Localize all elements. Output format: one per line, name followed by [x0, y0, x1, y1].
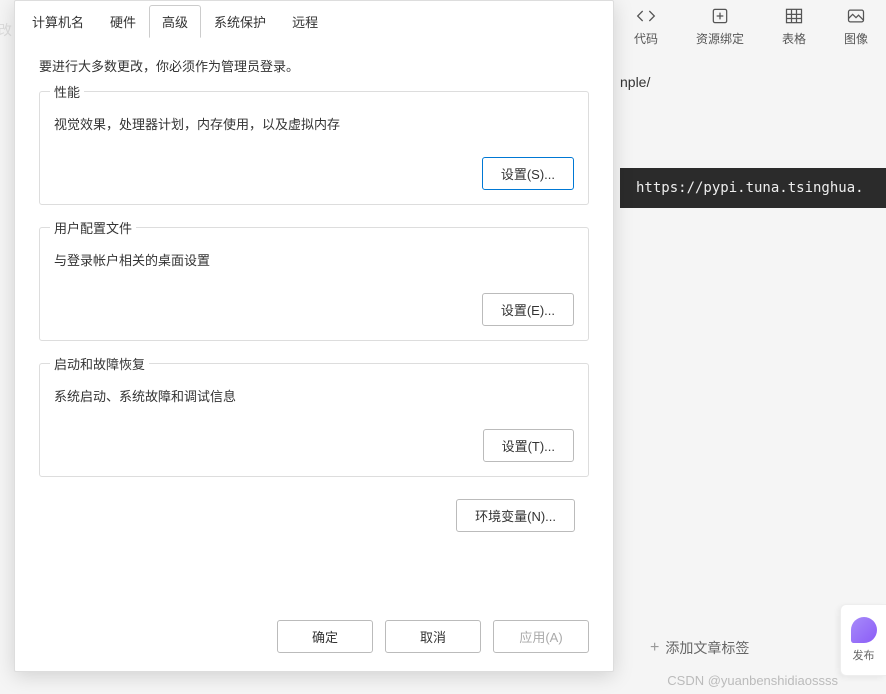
tab-hardware[interactable]: 硬件	[97, 5, 149, 38]
performance-title: 性能	[50, 82, 84, 101]
dialog-footer: 确定 取消 应用(A)	[15, 610, 613, 671]
toolbar-table[interactable]: 表格	[782, 6, 806, 47]
startup-settings-button[interactable]: 设置(T)...	[483, 429, 574, 462]
toolbar-resource[interactable]: 资源绑定	[696, 6, 744, 47]
tab-remote[interactable]: 远程	[279, 5, 331, 38]
image-icon	[846, 6, 866, 26]
performance-settings-button[interactable]: 设置(S)...	[482, 157, 574, 190]
cancel-button[interactable]: 取消	[385, 620, 481, 653]
refresh-fragment: 改	[0, 20, 12, 40]
toolbar-code[interactable]: 代码	[634, 6, 658, 47]
tab-computer-name[interactable]: 计算机名	[19, 5, 97, 38]
apply-button[interactable]: 应用(A)	[493, 620, 589, 653]
toolbar-image[interactable]: 图像	[844, 6, 868, 47]
url-fragment: nple/	[620, 74, 650, 90]
startup-desc: 系统启动、系统故障和调试信息	[54, 386, 574, 405]
add-tag-label: 添加文章标签	[665, 638, 749, 658]
admin-note: 要进行大多数更改，你必须作为管理员登录。	[39, 56, 589, 75]
ok-button[interactable]: 确定	[277, 620, 373, 653]
table-icon	[784, 6, 804, 26]
watermark: CSDN @yuanbenshidiaossss	[667, 673, 838, 688]
code-block: https://pypi.tuna.tsinghua.	[620, 168, 886, 208]
code-icon	[636, 6, 656, 26]
performance-desc: 视觉效果，处理器计划，内存使用，以及虚拟内存	[54, 114, 574, 133]
dialog-content: 要进行大多数更改，你必须作为管理员登录。 性能 视觉效果，处理器计划，内存使用，…	[15, 38, 613, 610]
user-profiles-settings-button[interactable]: 设置(E)...	[482, 293, 574, 326]
fab-label: 发布	[853, 647, 875, 663]
rocket-icon	[851, 617, 877, 643]
publish-fab[interactable]: 发布	[840, 604, 886, 676]
system-properties-dialog: 计算机名 硬件 高级 系统保护 远程 要进行大多数更改，你必须作为管理员登录。 …	[14, 0, 614, 672]
editor-toolbar: 代码 资源绑定 表格 图像	[634, 6, 886, 47]
performance-group: 性能 视觉效果，处理器计划，内存使用，以及虚拟内存 设置(S)...	[39, 91, 589, 205]
plus-icon: +	[650, 639, 659, 657]
add-tag-row[interactable]: + 添加文章标签	[650, 638, 749, 658]
tab-advanced[interactable]: 高级	[149, 5, 201, 38]
tab-strip: 计算机名 硬件 高级 系统保护 远程	[15, 1, 613, 38]
startup-group: 启动和故障恢复 系统启动、系统故障和调试信息 设置(T)...	[39, 363, 589, 477]
user-profiles-title: 用户配置文件	[50, 218, 136, 237]
tab-system-protection[interactable]: 系统保护	[201, 5, 279, 38]
user-profiles-desc: 与登录帐户相关的桌面设置	[54, 250, 574, 269]
environment-variables-button[interactable]: 环境变量(N)...	[456, 499, 575, 532]
user-profiles-group: 用户配置文件 与登录帐户相关的桌面设置 设置(E)...	[39, 227, 589, 341]
resource-icon	[710, 6, 730, 26]
startup-title: 启动和故障恢复	[50, 354, 149, 373]
